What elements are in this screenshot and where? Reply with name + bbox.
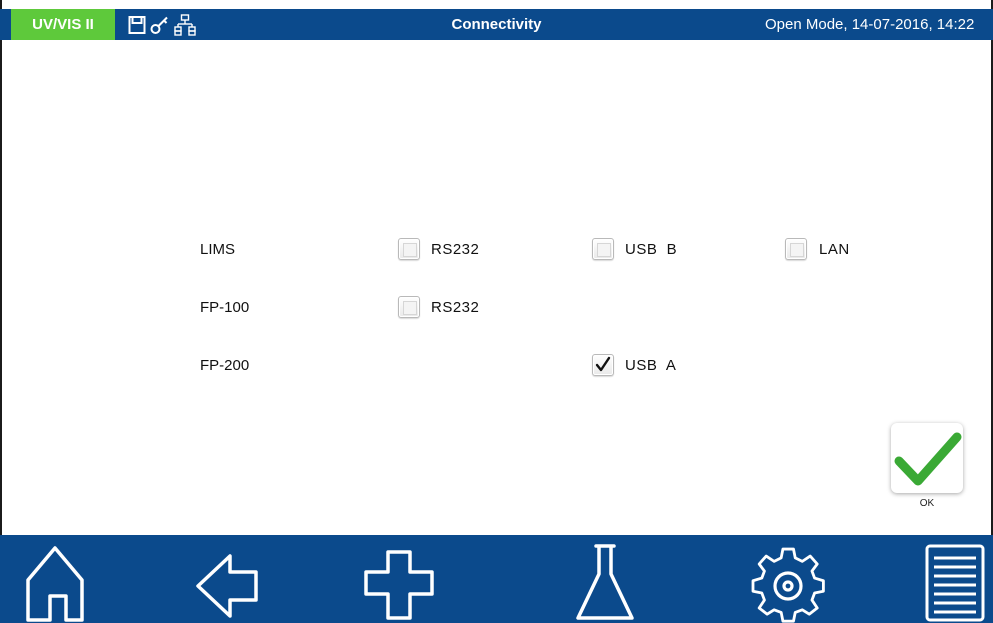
flask-icon[interactable] [570, 540, 640, 623]
menu-list-icon[interactable] [920, 540, 990, 623]
back-arrow-icon[interactable] [190, 540, 265, 623]
checkbox-fp100-rs232[interactable] [398, 296, 420, 318]
checkbox-label-fp200-usb-a: USB A [625, 357, 677, 374]
checkbox-lims-rs232[interactable] [398, 238, 420, 260]
settings-gear-icon[interactable] [748, 540, 828, 623]
checkbox-lims-lan[interactable] [785, 238, 807, 260]
checkbox-label-fp100-rs232: RS232 [431, 299, 480, 316]
home-icon[interactable] [20, 540, 90, 623]
row-label-lims: LIMS [200, 241, 236, 258]
window-frame [0, 0, 993, 623]
checkbox-label-lims-usb-b: USB B [625, 241, 678, 258]
add-icon[interactable] [360, 540, 440, 623]
checkmark-icon [595, 356, 611, 372]
ok-button[interactable] [891, 423, 963, 493]
checkbox-lims-usb-b[interactable] [592, 238, 614, 260]
status-text: Open Mode, 14-07-2016, 14:22 [765, 16, 975, 33]
ok-button-label: OK [919, 498, 935, 509]
check-icon [894, 432, 962, 486]
checkbox-fp200-usb-a[interactable] [592, 354, 614, 376]
row-label-fp200: FP-200 [200, 357, 250, 374]
checkbox-label-lims-rs232: RS232 [431, 241, 480, 258]
checkbox-label-lims-lan: LAN [819, 241, 850, 258]
bottom-nav-bar [0, 535, 993, 623]
row-label-fp100: FP-100 [200, 299, 250, 316]
